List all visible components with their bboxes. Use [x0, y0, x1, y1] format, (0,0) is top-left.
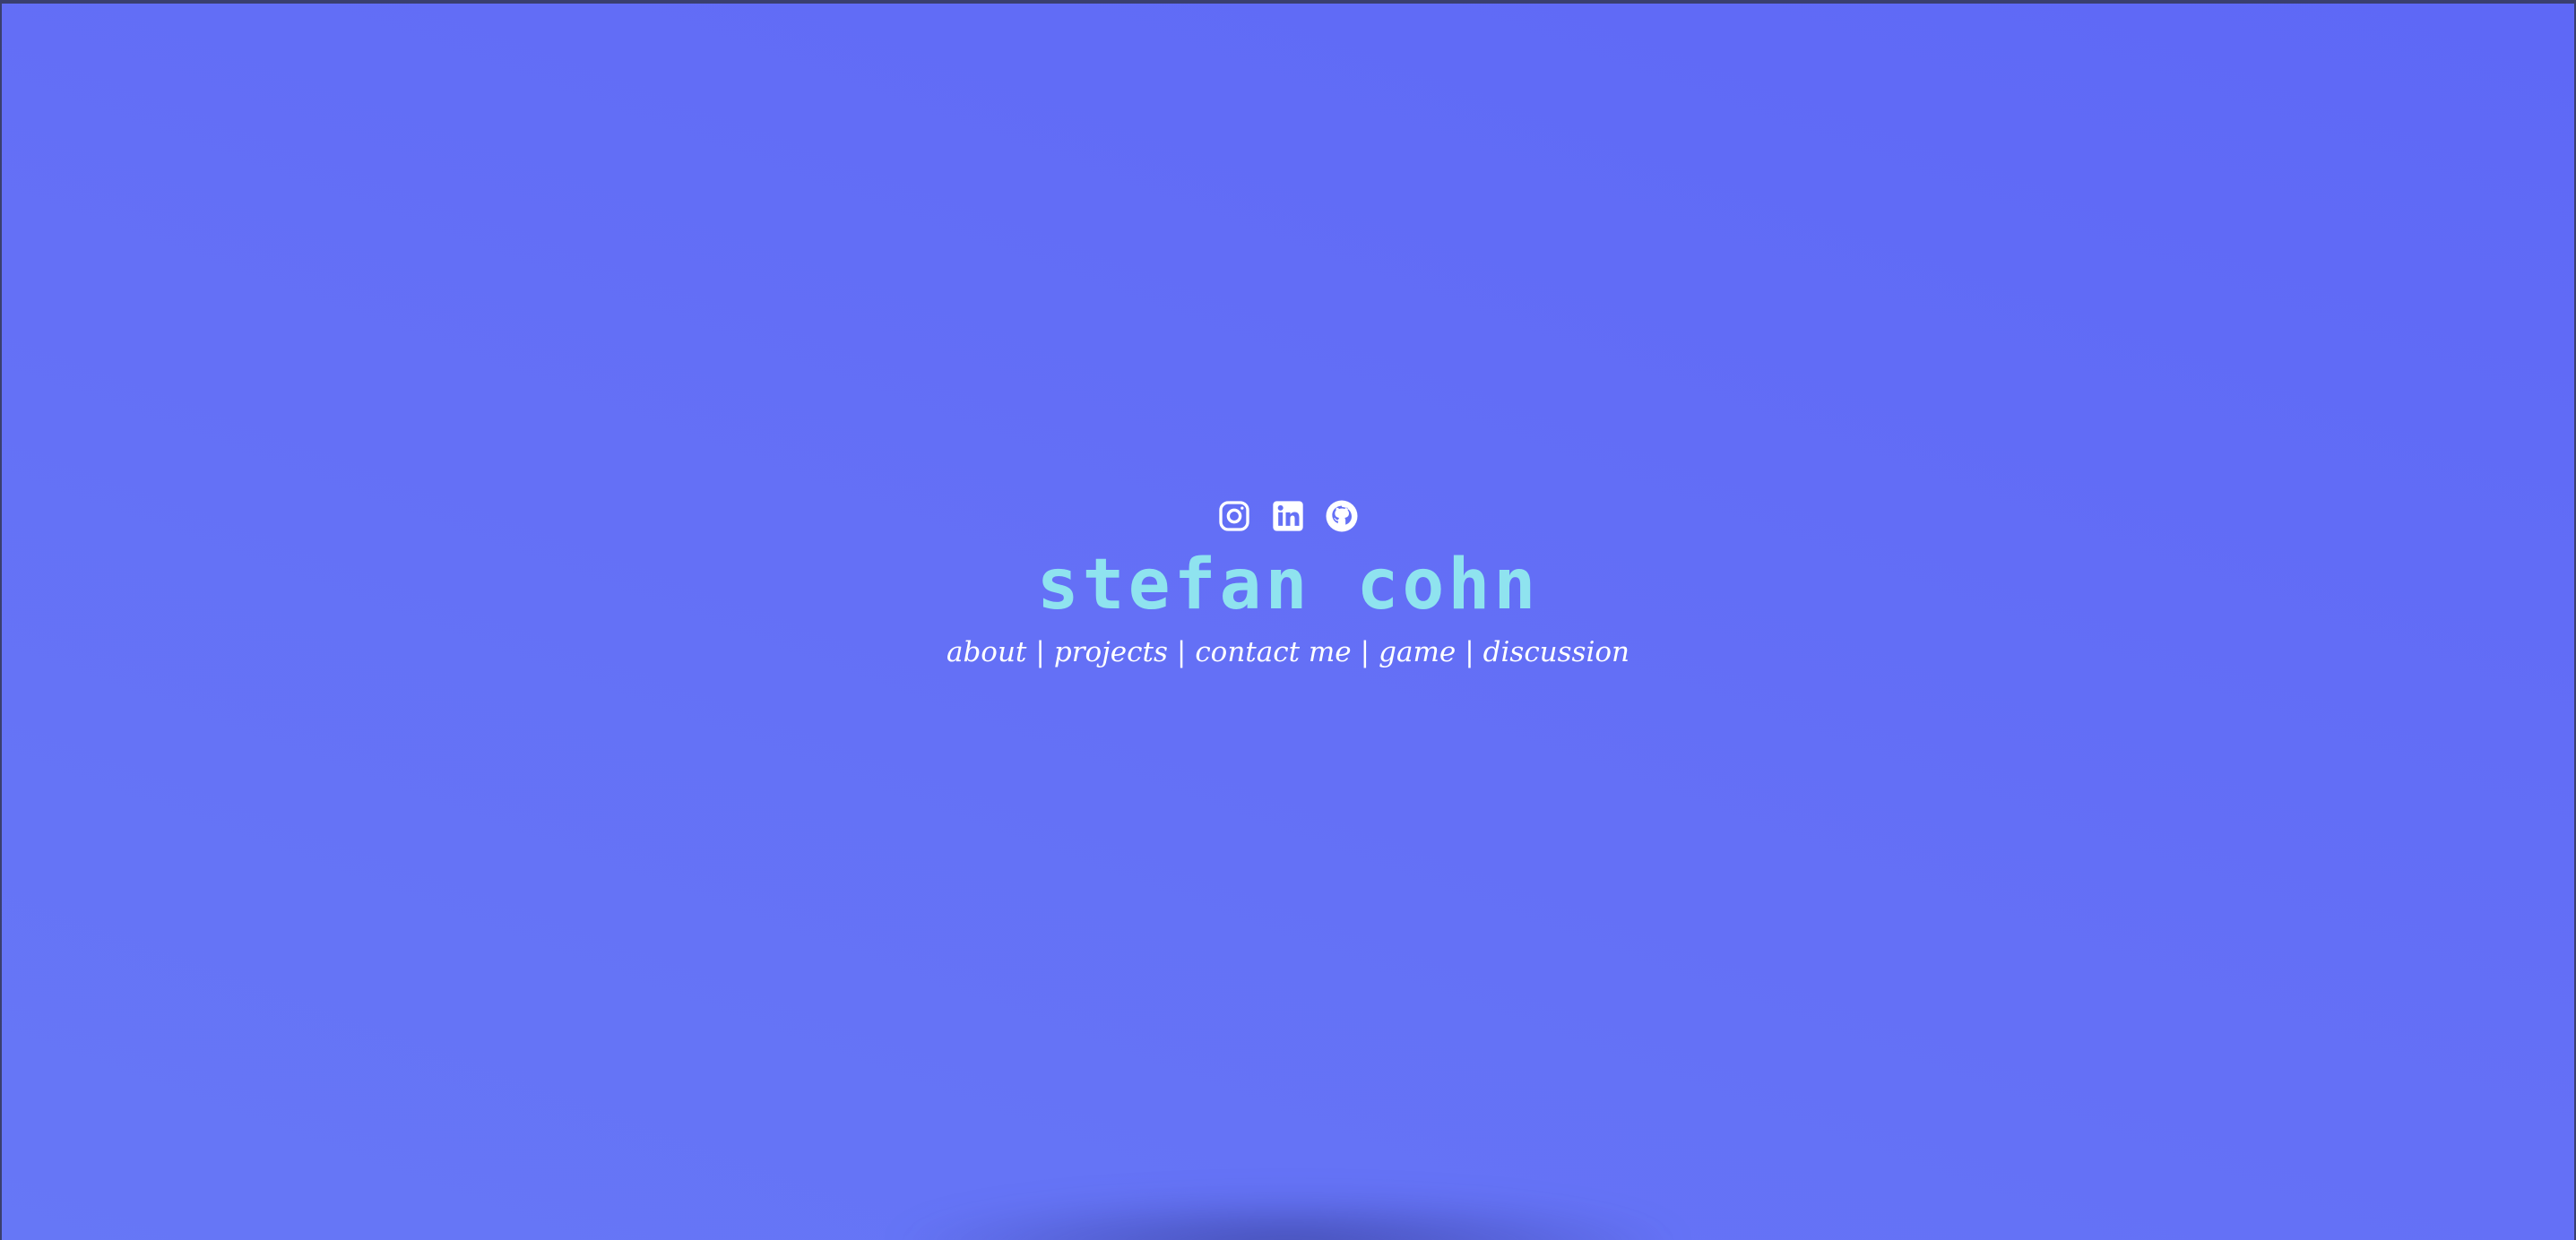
page: stefan cohn about | projects | contact me | ga… — [2, 4, 2574, 1240]
hero: stefan cohn about | projects | contact me | ga… — [2, 496, 2574, 672]
bottom-shadow — [885, 1195, 1691, 1240]
nav-discussion[interactable]: discussion — [1483, 636, 1629, 668]
nav-separator: | — [1035, 636, 1045, 668]
nav-projects[interactable]: projects — [1054, 636, 1168, 668]
social-links — [2, 496, 2574, 536]
nav-separator: | — [1176, 636, 1187, 668]
nav-game[interactable]: game — [1379, 636, 1456, 668]
nav-contact-me[interactable]: contact me — [1195, 636, 1351, 668]
nav-about[interactable]: about — [947, 636, 1026, 668]
linkedin-icon[interactable] — [1270, 498, 1306, 534]
instagram-icon[interactable] — [1216, 498, 1252, 534]
github-icon[interactable] — [1324, 498, 1360, 534]
nav-separator: | — [1465, 636, 1474, 668]
nav-separator: | — [1360, 636, 1370, 668]
main-nav: about | projects | contact me | game | discussio… — [2, 633, 2574, 672]
site-title: stefan cohn — [1036, 545, 1540, 625]
